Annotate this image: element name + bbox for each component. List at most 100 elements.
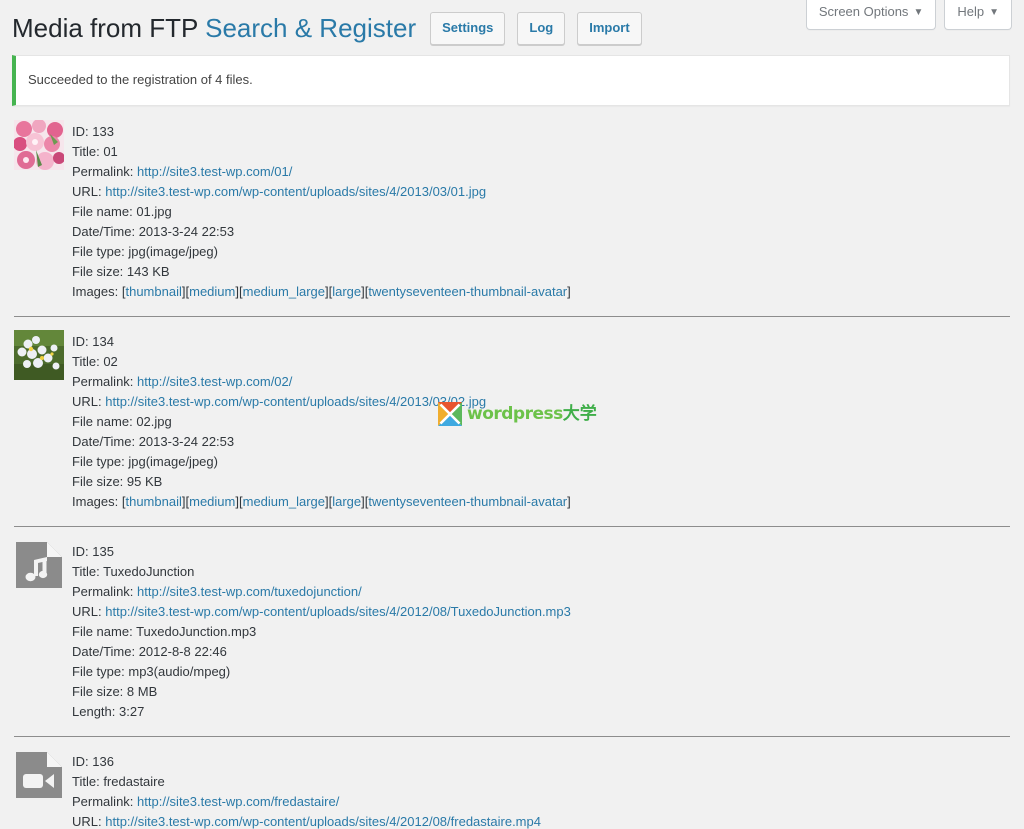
- media-url-row: URL: http://site3.test-wp.com/wp-content…: [72, 602, 571, 622]
- image-size-link[interactable]: thumbnail: [125, 284, 181, 299]
- file-type-value: jpg(image/jpeg): [128, 243, 218, 259]
- title-value: 01: [103, 143, 118, 159]
- media-title-row: Title: 02: [72, 352, 571, 372]
- page-title: Media from FTP Search & Register: [12, 12, 416, 46]
- media-meta: ID: 134 Title: 02 Permalink: http://site…: [72, 330, 571, 512]
- media-id-row: ID: 134: [72, 332, 571, 352]
- media-filesize-row: File size: 143 KB: [72, 262, 571, 282]
- screen-meta-bar: Screen Options ▼ Help ▼: [805, 0, 1012, 31]
- file-size-value: 95 KB: [126, 473, 163, 489]
- url-link[interactable]: http://site3.test-wp.com/wp-content/uplo…: [105, 814, 541, 829]
- id-value: 134: [92, 333, 114, 349]
- length-label: Length:: [72, 703, 119, 719]
- music-note-document-icon: [16, 541, 62, 588]
- file-size-label: File size:: [72, 263, 127, 279]
- media-item: ID: 134 Title: 02 Permalink: http://site…: [14, 329, 1010, 527]
- permalink-label: Permalink:: [72, 793, 138, 809]
- image-size-link[interactable]: medium_large: [243, 284, 325, 299]
- permalink-link[interactable]: http://site3.test-wp.com/tuxedojunction/: [137, 584, 362, 599]
- media-datetime-row: Date/Time: 2013-3-24 22:53: [72, 222, 571, 242]
- datetime-value: 2012-8-8 22:46: [138, 643, 227, 659]
- image-size-link[interactable]: medium_large: [243, 494, 325, 509]
- media-title-row: Title: fredastaire: [72, 772, 541, 792]
- title-value: fredastaire: [103, 773, 165, 789]
- url-label: URL:: [72, 813, 106, 829]
- file-size-label: File size:: [72, 473, 127, 489]
- import-button[interactable]: Import: [577, 11, 642, 46]
- image-size-link[interactable]: medium: [189, 284, 235, 299]
- file-type-label: File type:: [72, 453, 129, 469]
- url-link[interactable]: http://site3.test-wp.com/wp-content/uplo…: [105, 604, 571, 619]
- id-label: ID:: [72, 333, 93, 349]
- permalink-link[interactable]: http://site3.test-wp.com/02/: [137, 374, 292, 389]
- image-size-link[interactable]: twentyseventeen-thumbnail-avatar: [368, 284, 567, 299]
- media-filename-row: File name: 01.jpg: [72, 202, 571, 222]
- image-size-link[interactable]: twentyseventeen-thumbnail-avatar: [368, 494, 567, 509]
- title-label: Title:: [72, 353, 104, 369]
- file-size-value: 8 MB: [126, 683, 158, 699]
- success-notice: Succeeded to the registration of 4 files…: [12, 55, 1010, 106]
- file-size-value: 143 KB: [126, 263, 170, 279]
- media-id-row: ID: 133: [72, 122, 571, 142]
- file-type-label: File type:: [72, 243, 129, 259]
- media-filetype-row: File type: jpg(image/jpeg): [72, 452, 571, 472]
- media-datetime-row: Date/Time: 2012-8-8 22:46: [72, 642, 571, 662]
- url-link[interactable]: http://site3.test-wp.com/wp-content/uplo…: [105, 184, 486, 199]
- title-label: Title:: [72, 773, 104, 789]
- datetime-label: Date/Time:: [72, 433, 139, 449]
- media-title-row: Title: 01: [72, 142, 571, 162]
- url-link[interactable]: http://site3.test-wp.com/wp-content/uplo…: [105, 394, 486, 409]
- media-item: ID: 136 Title: fredastaire Permalink: ht…: [14, 750, 1010, 829]
- log-button[interactable]: Log: [517, 11, 566, 46]
- settings-button[interactable]: Settings: [430, 11, 506, 46]
- page-title-subtitle: Search & Register: [205, 12, 417, 43]
- datetime-value: 2013-3-24 22:53: [138, 433, 235, 449]
- permalink-link[interactable]: http://site3.test-wp.com/01/: [137, 164, 292, 179]
- screen-options-label: Screen Options: [818, 4, 909, 19]
- video-file-icon[interactable]: [14, 750, 64, 800]
- notice-message: Succeeded to the registration of 4 files…: [28, 72, 253, 87]
- id-value: 136: [92, 753, 114, 769]
- images-label: Images:: [72, 283, 122, 299]
- help-button[interactable]: Help ▼: [944, 0, 1012, 31]
- media-item: ID: 135 Title: TuxedoJunction Permalink:…: [14, 540, 1010, 737]
- media-title-row: Title: TuxedoJunction: [72, 562, 571, 582]
- image-size-link[interactable]: large: [332, 284, 361, 299]
- media-filetype-row: File type: jpg(image/jpeg): [72, 242, 571, 262]
- screen-options-button[interactable]: Screen Options ▼: [805, 0, 937, 31]
- title-label: Title:: [72, 563, 104, 579]
- permalink-label: Permalink:: [72, 373, 138, 389]
- file-name-label: File name:: [72, 203, 137, 219]
- images-label: Images:: [72, 493, 122, 509]
- title-label: Title:: [72, 143, 104, 159]
- file-name-label: File name:: [72, 413, 137, 429]
- media-permalink-row: Permalink: http://site3.test-wp.com/fred…: [72, 792, 541, 812]
- id-value: 135: [92, 543, 114, 559]
- chevron-down-icon: ▼: [913, 7, 924, 18]
- image-size-link[interactable]: medium: [189, 494, 235, 509]
- media-permalink-row: Permalink: http://site3.test-wp.com/tuxe…: [72, 582, 571, 602]
- media-meta: ID: 135 Title: TuxedoJunction Permalink:…: [72, 540, 571, 722]
- thumbnail-image: [14, 329, 64, 380]
- length-value: 3:27: [119, 703, 145, 719]
- media-id-row: ID: 135: [72, 542, 571, 562]
- media-meta: ID: 136 Title: fredastaire Permalink: ht…: [72, 750, 541, 829]
- image-size-links: [thumbnail][medium][medium_large][large]…: [122, 284, 571, 299]
- pink-flowers-thumbnail[interactable]: [14, 119, 64, 170]
- title-value: TuxedoJunction: [103, 563, 195, 579]
- file-name-value: TuxedoJunction.mp3: [136, 623, 257, 639]
- id-value: 133: [92, 123, 114, 139]
- permalink-link[interactable]: http://site3.test-wp.com/fredastaire/: [137, 794, 339, 809]
- audio-file-icon[interactable]: [14, 540, 64, 590]
- id-label: ID:: [72, 123, 93, 139]
- bracket-close: ]: [567, 283, 571, 299]
- media-url-row: URL: http://site3.test-wp.com/wp-content…: [72, 392, 571, 412]
- title-value: 02: [103, 353, 118, 369]
- media-filename-row: File name: 02.jpg: [72, 412, 571, 432]
- image-size-link[interactable]: thumbnail: [125, 494, 181, 509]
- file-name-value: 01.jpg: [136, 203, 172, 219]
- file-type-value: mp3(audio/mpeg): [128, 663, 231, 679]
- white-flowers-thumbnail[interactable]: [14, 329, 64, 380]
- image-size-link[interactable]: large: [332, 494, 361, 509]
- media-url-row: URL: http://site3.test-wp.com/wp-content…: [72, 182, 571, 202]
